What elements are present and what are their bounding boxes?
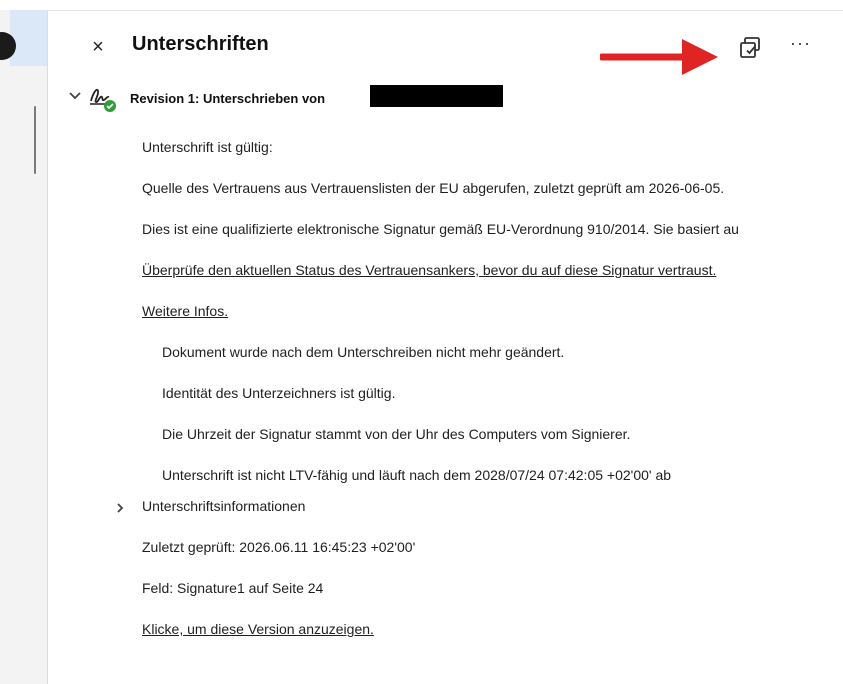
more-options-icon[interactable]: ··· [790,33,811,54]
view-version-link[interactable]: Klicke, um diese Version anzuzeigen. [142,621,374,637]
redacted-signer-name [370,85,503,107]
field-text: Feld: Signature1 auf Seite 24 [142,580,324,596]
revision-title: Revision 1: Unterschrieben von [130,91,326,106]
chevron-right-icon[interactable] [114,502,126,514]
selected-band [10,10,47,66]
signature-info-toggle[interactable]: Unterschriftsinformationen [142,498,305,514]
more-info-link[interactable]: Weitere Infos. [142,303,228,319]
ltv-status-text: Unterschrift ist nicht LTV-fähig und läu… [162,467,672,483]
valid-signature-icon [90,88,116,112]
signer-identity-text: Identität des Unterzeichners ist gültig. [162,385,396,401]
signatures-panel: × Unterschriften ··· Revision 1: Untersc… [48,11,843,684]
last-checked-text: Zuletzt geprüft: 2026.06.11 16:45:23 +02… [142,539,416,555]
signature-time-text: Die Uhrzeit der Signatur stammt von der … [162,426,631,442]
qualified-signature-text: Dies ist eine qualifizierte elektronisch… [142,221,739,237]
check-trust-anchor-link[interactable]: Überprüfe den aktuellen Status des Vertr… [142,262,716,278]
trust-source-text: Quelle des Vertrauens aus Vertrauenslist… [142,180,725,196]
document-unchanged-text: Dokument wurde nach dem Unterschreiben n… [162,344,565,360]
close-icon[interactable]: × [88,37,108,57]
scrollbar-thumb[interactable] [34,106,36,174]
panel-title: Unterschriften [132,33,269,55]
signature-status: Unterschrift ist gültig: [142,139,273,155]
document-edge [0,10,48,684]
signature-panel-options-icon[interactable] [738,35,764,61]
chevron-down-icon[interactable] [68,89,82,103]
red-arrow-annotation [600,39,718,75]
